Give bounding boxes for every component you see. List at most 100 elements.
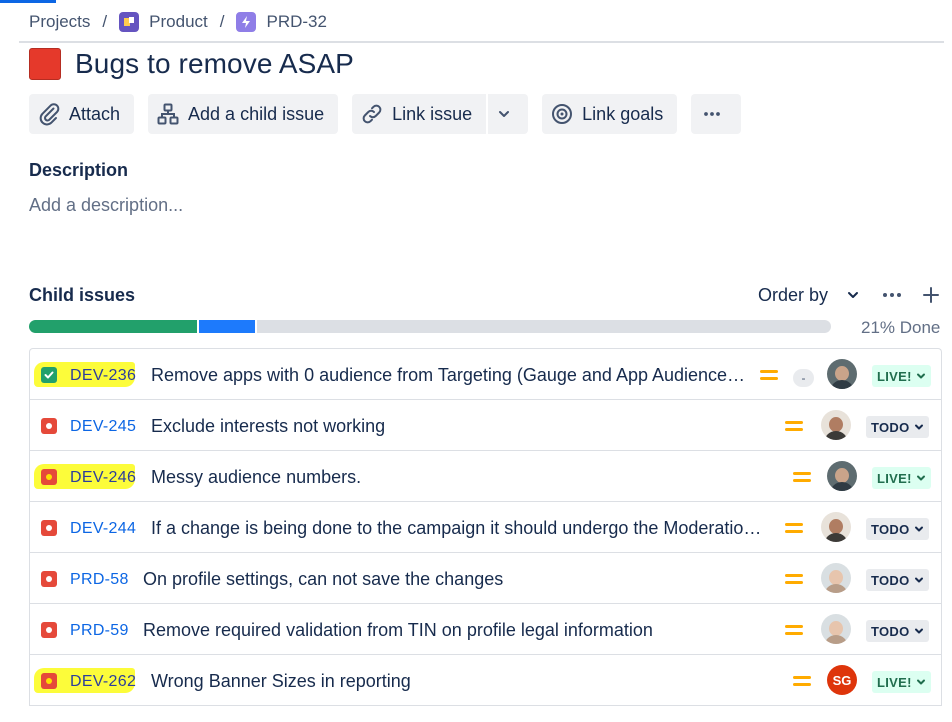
issue-summary[interactable]: Remove apps with 0 audience from Targeti… bbox=[151, 365, 746, 386]
status-label: LIVE! bbox=[877, 674, 912, 690]
add-child-issue-plus-button[interactable] bbox=[922, 286, 940, 304]
child-issue-row[interactable]: PRD-59 Remove required validation from TI… bbox=[30, 604, 941, 655]
progress-todo-segment bbox=[257, 320, 831, 333]
breadcrumb-projects[interactable]: Projects bbox=[29, 12, 90, 32]
link-goals-button[interactable]: Link goals bbox=[542, 94, 678, 134]
status-label: TODO bbox=[871, 419, 910, 435]
assignee-avatar[interactable] bbox=[821, 614, 851, 644]
assignee-avatar[interactable] bbox=[827, 359, 857, 389]
issue-title-row: Bugs to remove ASAP bbox=[29, 47, 354, 81]
status-dropdown[interactable]: TODO bbox=[866, 569, 929, 591]
breadcrumb: Projects / Product / PRD-32 bbox=[29, 10, 327, 34]
issue-key-link[interactable]: PRD-59 bbox=[70, 622, 129, 640]
issue-key-link[interactable]: DEV-236 bbox=[70, 367, 136, 385]
status-label: LIVE! bbox=[877, 368, 912, 384]
description-field[interactable]: Add a description... bbox=[29, 195, 183, 216]
status-label: TODO bbox=[871, 623, 910, 639]
order-by-button[interactable]: Order by bbox=[758, 285, 860, 306]
priority-medium-icon bbox=[785, 522, 803, 534]
chevron-down-icon bbox=[914, 522, 924, 537]
assignee-avatar[interactable]: SG bbox=[827, 665, 857, 695]
status-label: LIVE! bbox=[877, 470, 912, 486]
link-icon bbox=[362, 104, 382, 124]
issue-summary[interactable]: Messy audience numbers. bbox=[151, 467, 779, 488]
estimate-badge: - bbox=[793, 369, 814, 387]
priority-medium-icon bbox=[785, 573, 803, 585]
breadcrumb-product-label: Product bbox=[149, 12, 208, 31]
priority-medium-icon bbox=[793, 675, 811, 687]
description-heading: Description bbox=[29, 160, 129, 180]
chevron-down-icon bbox=[914, 420, 924, 435]
bug-icon bbox=[41, 520, 57, 536]
issue-title[interactable]: Bugs to remove ASAP bbox=[75, 48, 354, 80]
child-issue-row[interactable]: DEV-244 If a change is being done to the … bbox=[30, 502, 941, 553]
issue-key-link[interactable]: DEV-245 bbox=[70, 418, 136, 436]
child-issue-row[interactable]: DEV-245 Exclude interests not working TODO bbox=[30, 400, 941, 451]
status-dropdown[interactable]: TODO bbox=[866, 620, 929, 642]
issue-key-link[interactable]: PRD-58 bbox=[70, 571, 129, 589]
assignee-avatar[interactable] bbox=[827, 461, 857, 491]
child-issue-row[interactable]: DEV-262 Wrong Banner Sizes in reporting SG… bbox=[30, 655, 941, 706]
progress-percent-label: 21% Done bbox=[861, 318, 941, 337]
paperclip-icon bbox=[39, 103, 60, 126]
link-goals-label: Link goals bbox=[582, 103, 664, 124]
issue-key-link[interactable]: DEV-246 bbox=[70, 469, 136, 487]
more-horizontal-icon bbox=[704, 112, 721, 116]
issue-summary[interactable]: On profile settings, can not save the ch… bbox=[143, 569, 771, 590]
chevron-down-icon bbox=[914, 624, 924, 639]
chevron-down-icon bbox=[916, 675, 926, 690]
breadcrumb-separator: / bbox=[219, 12, 225, 31]
issue-toolbar: Attach Add a child issue Link issue Link… bbox=[29, 94, 755, 134]
product-avatar-icon bbox=[119, 12, 140, 32]
chevron-down-icon bbox=[499, 111, 510, 117]
plus-icon bbox=[923, 287, 939, 303]
attach-button[interactable]: Attach bbox=[29, 94, 135, 134]
child-issue-row[interactable]: PRD-58 On profile settings, can not save … bbox=[30, 553, 941, 604]
issue-summary[interactable]: Wrong Banner Sizes in reporting bbox=[151, 671, 779, 692]
child-issues-progress-bar bbox=[29, 320, 831, 333]
child-issues-list: DEV-236 Remove apps with 0 audience from … bbox=[29, 348, 942, 706]
bug-icon bbox=[41, 571, 57, 587]
breadcrumb-issue[interactable]: PRD-32 bbox=[236, 12, 327, 32]
status-dropdown[interactable]: LIVE! bbox=[872, 467, 931, 489]
bug-icon bbox=[41, 622, 57, 638]
chevron-down-icon bbox=[914, 573, 924, 588]
status-dropdown[interactable]: LIVE! bbox=[872, 365, 931, 387]
child-issue-row[interactable]: DEV-246 Messy audience numbers. LIVE! bbox=[30, 451, 941, 502]
story-checkbox-icon bbox=[41, 367, 57, 383]
link-issue-dropdown-button[interactable] bbox=[488, 94, 528, 134]
hierarchy-icon bbox=[157, 103, 179, 125]
issue-key-link[interactable]: DEV-262 bbox=[70, 673, 136, 691]
assignee-avatar[interactable] bbox=[821, 410, 851, 440]
epic-lightning-icon bbox=[236, 12, 257, 32]
breadcrumb-separator: / bbox=[102, 12, 108, 31]
status-dropdown[interactable]: TODO bbox=[866, 416, 929, 438]
priority-medium-icon bbox=[793, 471, 811, 483]
progress-in-progress-segment bbox=[199, 320, 255, 333]
header-divider bbox=[19, 41, 944, 43]
more-horizontal-icon bbox=[883, 293, 901, 297]
child-issues-more-button[interactable] bbox=[882, 292, 902, 298]
issue-summary[interactable]: Exclude interests not working bbox=[151, 416, 771, 437]
status-dropdown[interactable]: LIVE! bbox=[872, 671, 931, 693]
priority-medium-icon bbox=[785, 624, 803, 636]
link-issue-button[interactable]: Link issue bbox=[360, 94, 489, 134]
priority-medium-icon bbox=[785, 420, 803, 432]
issue-key-link[interactable]: DEV-244 bbox=[70, 520, 136, 538]
bug-icon bbox=[41, 673, 57, 689]
status-dropdown[interactable]: TODO bbox=[866, 518, 929, 540]
assignee-avatar[interactable] bbox=[821, 563, 851, 593]
assignee-avatar[interactable] bbox=[821, 512, 851, 542]
link-issue-split-button: Link issue bbox=[352, 94, 529, 134]
child-issue-row[interactable]: DEV-236 Remove apps with 0 audience from … bbox=[30, 349, 941, 400]
more-actions-button[interactable] bbox=[691, 94, 742, 134]
add-child-label: Add a child issue bbox=[188, 103, 325, 124]
order-by-label: Order by bbox=[757, 284, 828, 305]
issue-summary[interactable]: Remove required validation from TIN on p… bbox=[143, 620, 771, 641]
add-child-issue-button[interactable]: Add a child issue bbox=[148, 94, 339, 134]
breadcrumb-issue-key: PRD-32 bbox=[266, 12, 327, 31]
link-issue-label: Link issue bbox=[392, 103, 473, 124]
status-label: TODO bbox=[871, 521, 910, 537]
breadcrumb-product[interactable]: Product bbox=[119, 12, 208, 32]
issue-summary[interactable]: If a change is being done to the campaig… bbox=[151, 518, 771, 539]
